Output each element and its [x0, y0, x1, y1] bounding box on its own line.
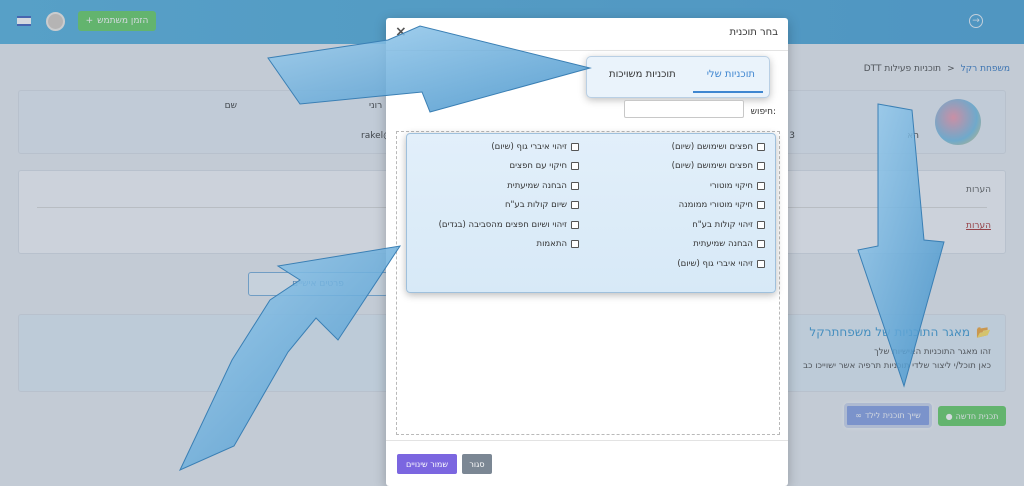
program-item[interactable]: הבחנה שמיעתית: [672, 238, 765, 251]
close-icon[interactable]: ×: [395, 24, 407, 40]
program-item[interactable]: זיהוי איברי גוף (שיום): [672, 257, 765, 270]
program-checkbox[interactable]: [571, 181, 579, 190]
program-label: חיקוי מוטורי ממומנה: [678, 200, 753, 210]
save-changes-button[interactable]: שמור שינויים: [397, 454, 457, 474]
program-item[interactable]: התאמות: [439, 238, 579, 251]
program-checkbox[interactable]: [757, 162, 765, 170]
program-label: התאמות: [536, 239, 568, 249]
tab-my-programs[interactable]: תוכניות שלי: [707, 69, 755, 80]
close-button[interactable]: סגור: [462, 454, 492, 474]
program-item[interactable]: זיהוי קולות בע"ח: [672, 218, 765, 231]
program-column-left: זיהוי איברי גוף (שיום) חיקוי עם חפצים הבחנ…: [439, 140, 579, 251]
program-item[interactable]: חיקוי מוטורי ממומנה: [672, 199, 765, 212]
program-checkbox[interactable]: [757, 181, 765, 190]
select-program-modal: בחר תוכנית × תוכניות שלי תוכניות משויכות…: [386, 18, 788, 486]
program-label: חפצים ושימושם (שיום): [671, 141, 753, 152]
program-label: זיהוי קולות בע"ח: [692, 219, 753, 230]
program-item[interactable]: חפצים ושימושם (שיום): [672, 160, 765, 173]
program-item[interactable]: שיום קולות בע"ח: [439, 199, 579, 212]
modal-header-divider: [386, 50, 788, 51]
program-label: שיום קולות בע"ח: [504, 200, 567, 210]
program-label: הבחנה שמיעתית: [507, 180, 567, 191]
program-checkbox[interactable]: [571, 142, 579, 151]
tab-assigned-programs[interactable]: תוכניות משויכות: [609, 69, 676, 80]
program-checkbox[interactable]: [757, 220, 765, 229]
program-label: חיקוי עם חפצים: [509, 161, 567, 171]
program-label: חפצים ושימושם (שיום): [671, 161, 753, 171]
program-checkbox[interactable]: [571, 201, 579, 209]
modal-title: בחר תוכנית: [729, 27, 778, 38]
program-label: זיהוי איברי גוף (שיום): [677, 258, 753, 269]
program-label: חיקוי מוטורי: [709, 180, 753, 191]
program-item[interactable]: זיהוי ושיום חפצים מהסביבה (בגדים): [439, 218, 579, 231]
search-label: חיפוש:: [750, 107, 776, 117]
program-checkbox[interactable]: [757, 259, 765, 268]
program-checkbox[interactable]: [571, 240, 579, 248]
search-input[interactable]: [624, 100, 744, 118]
program-item[interactable]: הבחנה שמיעתית: [439, 179, 579, 192]
program-checkbox[interactable]: [571, 220, 579, 229]
modal-footer-divider: [386, 440, 788, 441]
program-list: חפצים ושימושם (שיום) חפצים ושימושם (שיום)…: [406, 133, 776, 293]
program-label: זיהוי ושיום חפצים מהסביבה (בגדים): [438, 219, 567, 230]
program-checkbox[interactable]: [757, 240, 765, 248]
program-tabs: תוכניות שלי תוכניות משויכות: [586, 56, 770, 98]
program-item[interactable]: חפצים ושימושם (שיום): [672, 140, 765, 153]
program-item[interactable]: זיהוי איברי גוף (שיום): [439, 140, 579, 153]
active-tab-indicator: [693, 91, 763, 93]
program-label: זיהוי איברי גוף (שיום): [491, 141, 567, 152]
program-label: הבחנה שמיעתית: [693, 239, 753, 249]
program-checkbox[interactable]: [757, 142, 765, 151]
program-item[interactable]: חיקוי מוטורי: [672, 179, 765, 192]
program-checkbox[interactable]: [757, 201, 765, 209]
program-checkbox[interactable]: [571, 162, 579, 170]
program-item[interactable]: חיקוי עם חפצים: [439, 160, 579, 173]
program-column-right: חפצים ושימושם (שיום) חפצים ושימושם (שיום)…: [672, 140, 765, 270]
